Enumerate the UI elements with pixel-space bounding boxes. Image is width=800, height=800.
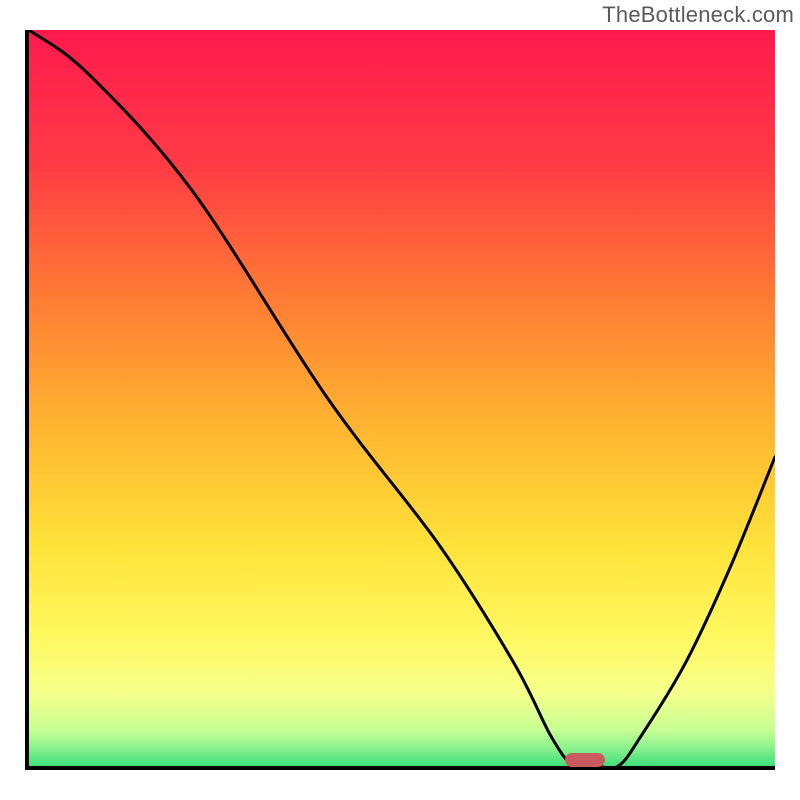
bottleneck-chart: [29, 30, 775, 766]
watermark-text: TheBottleneck.com: [602, 2, 794, 28]
optimum-marker: [565, 753, 605, 767]
gradient-background: [29, 30, 775, 766]
